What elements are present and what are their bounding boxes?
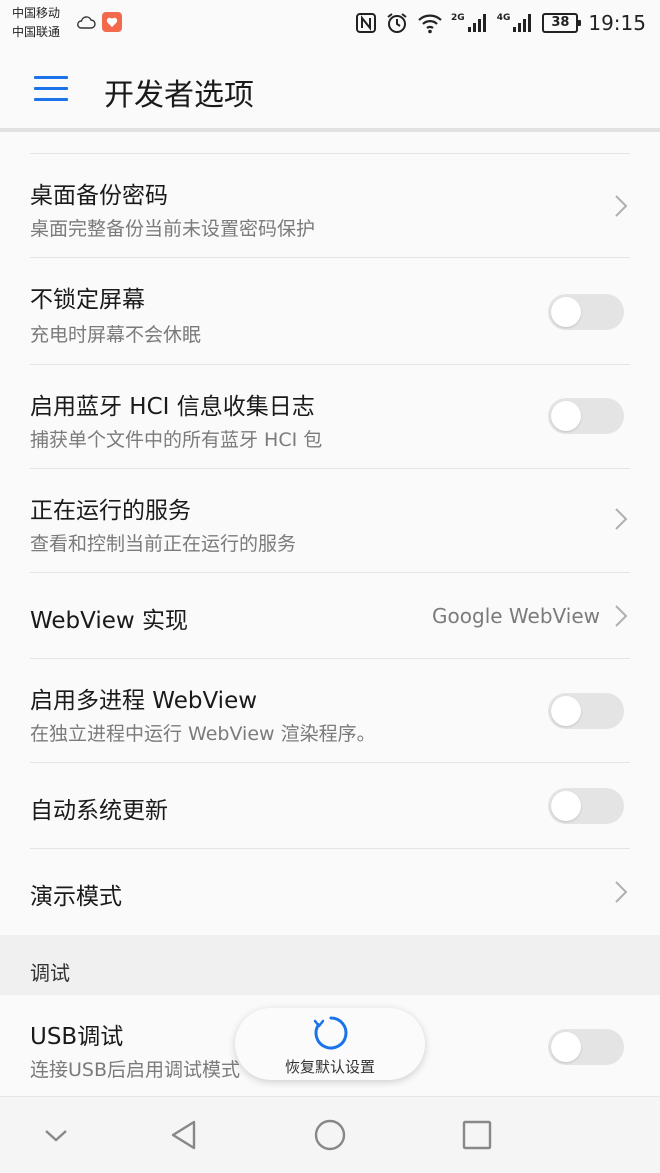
carrier-1: 中国移动 [12, 6, 61, 20]
setting-auto-system-update[interactable]: 自动系统更新 [30, 763, 630, 849]
app-badge-icon [102, 12, 122, 32]
bluetooth-hci-log-toggle[interactable] [548, 398, 624, 434]
status-bar: 中国移动 中国联通 2G 4G 38 19:15 [0, 0, 660, 48]
stay-awake-toggle[interactable] [548, 294, 624, 330]
section-header-debug: 调试 [0, 935, 660, 995]
setting-multiprocess-webview[interactable]: 启用多进程 WebView 在独立进程中运行 WebView 渲染程序。 [30, 659, 630, 763]
setting-running-services[interactable]: 正在运行的服务 查看和控制当前正在运行的服务 [30, 469, 630, 573]
carrier-2: 中国联通 [12, 25, 61, 39]
status-icons: 2G 4G 38 19:15 [355, 8, 646, 38]
setting-title: 演示模式 [30, 884, 122, 910]
usb-debugging-toggle[interactable] [548, 1029, 624, 1065]
chevron-right-icon [615, 508, 628, 530]
list-item-partial[interactable] [30, 132, 630, 154]
system-nav-bar [0, 1096, 660, 1173]
multiprocess-webview-toggle[interactable] [548, 693, 624, 729]
signal-icon [513, 14, 532, 32]
setting-demo-mode[interactable]: 演示模式 [30, 849, 630, 935]
auto-system-update-toggle[interactable] [548, 788, 624, 824]
alarm-icon [387, 13, 407, 33]
setting-subtitle: 查看和控制当前正在运行的服务 [30, 533, 297, 555]
carrier-labels: 中国移动 中国联通 [12, 4, 60, 42]
net-4g-label: 4G [496, 13, 511, 23]
hamburger-menu-icon[interactable] [34, 76, 68, 102]
setting-title: 启用多进程 WebView [30, 688, 258, 714]
signal-icon [467, 14, 486, 32]
nfc-icon [356, 13, 377, 33]
toast-label: 恢复默认设置 [284, 1058, 375, 1076]
settings-list: 桌面备份密码 桌面完整备份当前未设置密码保护 不锁定屏幕 充电时屏幕不会休眠 启… [0, 132, 660, 1099]
home-icon[interactable] [313, 1119, 347, 1153]
clock: 19:15 [588, 11, 646, 35]
chevron-right-icon [615, 195, 628, 217]
setting-title: WebView 实现 [30, 608, 189, 634]
weather-cloud-icon [77, 16, 96, 29]
setting-bluetooth-hci-log[interactable]: 启用蓝牙 HCI 信息收集日志 捕获单个文件中的所有蓝牙 HCI 包 [30, 365, 630, 469]
setting-subtitle: 桌面完整备份当前未设置密码保护 [30, 218, 316, 240]
wifi-icon [418, 14, 442, 34]
setting-title: 启用蓝牙 HCI 信息收集日志 [30, 394, 315, 420]
net-2g-label: 2G [451, 13, 465, 23]
app-toolbar: 开发者选项 [0, 48, 660, 132]
chevron-right-icon [615, 605, 628, 627]
battery-icon: 38 [542, 13, 582, 33]
setting-subtitle: 捕获单个文件中的所有蓝牙 HCI 包 [30, 429, 323, 451]
setting-subtitle: 连接USB后启用调试模式 [30, 1059, 241, 1081]
back-icon[interactable] [168, 1119, 200, 1151]
setting-title: 自动系统更新 [30, 798, 168, 824]
page-title: 开发者选项 [104, 78, 254, 113]
setting-value: Google WebView [432, 604, 600, 628]
setting-webview-implementation[interactable]: WebView 实现 Google WebView [30, 573, 630, 659]
section-title: 调试 [30, 961, 70, 985]
setting-title: 正在运行的服务 [30, 498, 191, 524]
setting-desktop-backup-password[interactable]: 桌面备份密码 桌面完整备份当前未设置密码保护 [30, 154, 630, 258]
setting-subtitle: 充电时屏幕不会休眠 [30, 324, 202, 346]
setting-stay-awake[interactable]: 不锁定屏幕 充电时屏幕不会休眠 [30, 258, 630, 365]
refresh-spinner-icon [313, 1016, 348, 1050]
setting-title: 桌面备份密码 [30, 183, 168, 209]
recents-icon[interactable] [461, 1119, 493, 1151]
setting-title: 不锁定屏幕 [30, 287, 145, 313]
collapse-down-icon[interactable] [42, 1119, 70, 1151]
setting-title: USB调试 [30, 1024, 124, 1050]
chevron-right-icon [615, 881, 628, 903]
restore-defaults-toast[interactable]: 恢复默认设置 [235, 1008, 425, 1080]
setting-subtitle: 在独立进程中运行 WebView 渲染程序。 [30, 723, 376, 745]
